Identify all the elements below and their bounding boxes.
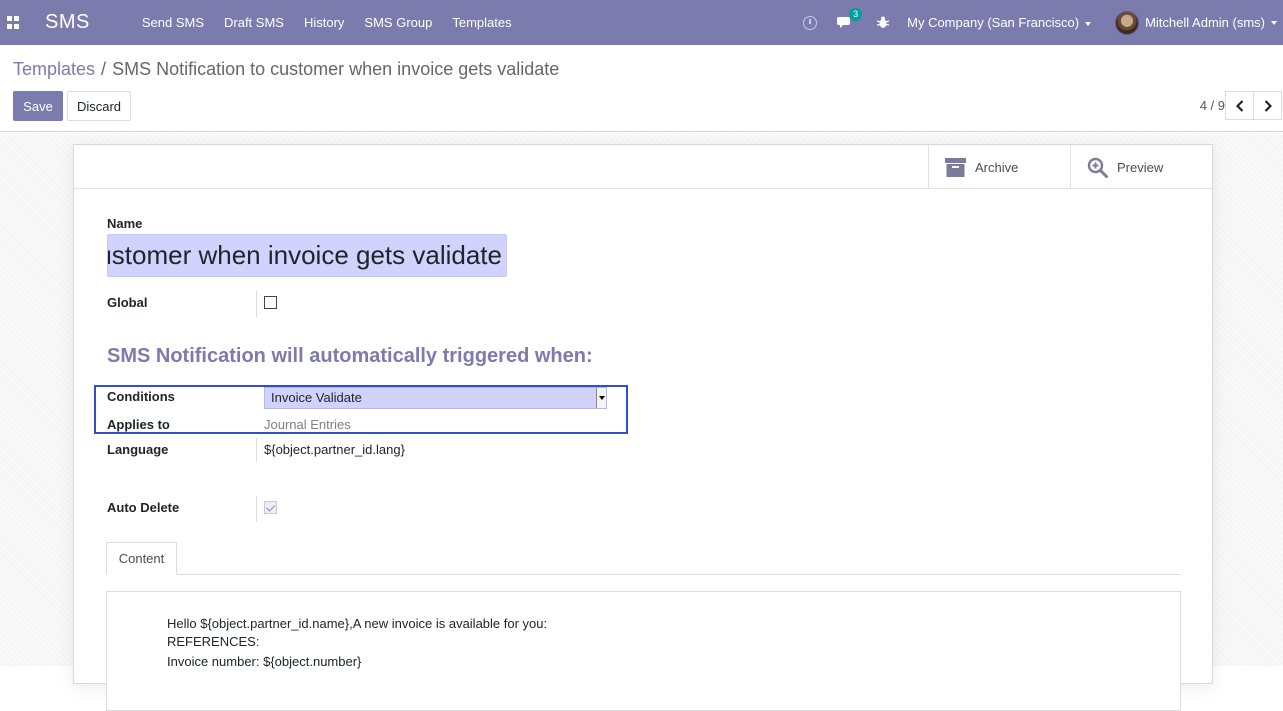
content-line: Invoice number: ${object.number} [167,654,362,669]
field-separator [256,291,257,317]
global-label: Global [107,295,148,310]
chevron-left-icon [1235,99,1243,112]
pager-next-button[interactable] [1253,91,1282,120]
name-input[interactable]: SMS Notification to customer when invoic… [107,234,507,277]
archive-label: Archive [975,159,1019,175]
form-sheet: Archive Preview Name SMS Notification to… [73,144,1213,711]
company-name: My Company (San Francisco) [907,15,1080,30]
auto-delete-checkbox[interactable] [264,501,277,514]
user-name: Mitchell Admin (sms) [1145,15,1265,30]
tab-content[interactable]: Content [106,542,177,575]
save-button[interactable]: Save [13,91,63,121]
app-brand[interactable]: SMS [45,11,90,34]
menu-history[interactable]: History [304,15,344,30]
debug-bug-icon[interactable] [877,16,890,29]
breadcrumb-current: SMS Notification to customer when invoic… [112,59,560,79]
apps-menu-icon[interactable] [7,15,21,30]
menu-sms-group[interactable]: SMS Group [364,15,432,30]
chat-badge: 3 [849,7,863,21]
archive-button[interactable]: Archive [928,145,1070,189]
content-editor[interactable]: Hello ${object.partner_id.name},A new in… [106,591,1181,711]
search-plus-icon [1087,157,1108,178]
language-value[interactable]: ${object.partner_id.lang} [264,442,405,457]
language-label: Language [107,442,169,457]
breadcrumb: Templates / SMS Notification to customer w… [13,59,559,80]
trigger-section-title: SMS Notification will automatically trig… [107,345,593,367]
user-menu[interactable]: Mitchell Admin (sms) [1115,10,1277,35]
chevron-right-icon [1264,99,1272,112]
menu-draft-sms[interactable]: Draft SMS [224,15,284,30]
applies-to-value: Journal Entries [264,417,351,432]
field-separator [256,438,257,462]
global-checkbox[interactable] [264,296,277,309]
applies-to-label: Applies to [107,417,170,432]
notebook-tabs: Content [106,542,1181,575]
control-panel: Templates / SMS Notification to customer w… [0,45,1283,132]
auto-delete-label: Auto Delete [107,500,180,515]
avatar [1115,10,1140,35]
name-label: Name [107,216,143,231]
company-switcher[interactable]: My Company (San Francisco) [907,15,1092,30]
archive-icon [945,157,966,177]
smart-button-box: Archive Preview [74,145,1212,189]
pager-value: 4 / 9 [1199,98,1225,113]
field-separator [256,496,257,522]
menu-templates[interactable]: Templates [452,15,511,30]
main-menu: Send SMS Draft SMS History SMS Group Tem… [142,15,532,30]
caret-down-icon [1085,21,1092,26]
breadcrumb-separator: / [101,59,107,79]
preview-button[interactable]: Preview [1070,145,1212,189]
pager-previous-button[interactable] [1225,91,1254,120]
activity-clock-icon[interactable] [803,15,818,30]
messaging-menu[interactable]: 3 [837,7,863,30]
menu-send-sms[interactable]: Send SMS [142,15,204,30]
top-navbar: SMS Send SMS Draft SMS History SMS Group… [0,0,1283,45]
breadcrumb-templates-link[interactable]: Templates [13,59,95,79]
content-line: REFERENCES: [167,634,260,649]
highlight-box [94,385,628,434]
content-line: Hello ${object.partner_id.name},A new in… [167,616,548,631]
preview-label: Preview [1117,159,1164,175]
navbar-systray: 3 My Company (San Francisco) Mitchell Ad… [803,0,1283,45]
discard-button[interactable]: Discard [67,91,131,121]
caret-down-icon [1271,20,1277,25]
